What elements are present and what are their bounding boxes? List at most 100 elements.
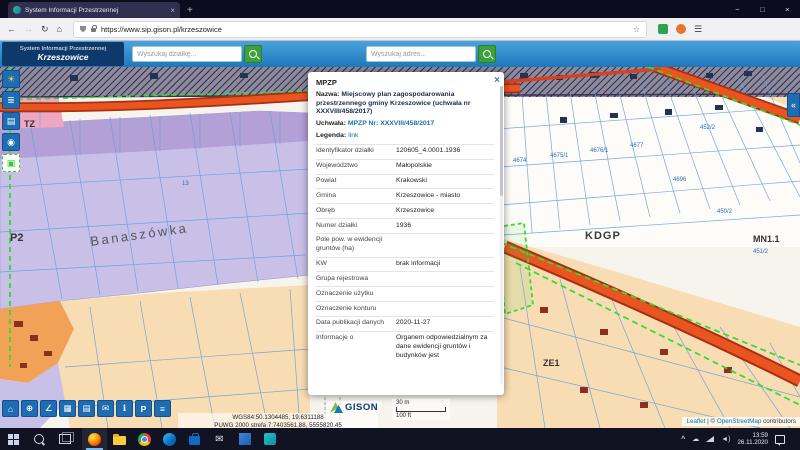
forward-button[interactable]: → [24, 24, 33, 34]
map-container: TZ P2 KDGP MN1.1 ZE1 Banaszówka 4674 467… [0, 67, 800, 428]
taskbar-app-other[interactable] [257, 428, 282, 450]
zone-label-p2: P2 [10, 232, 23, 244]
taskbar-app-photos[interactable] [232, 428, 257, 450]
legenda-link[interactable]: link [348, 132, 358, 139]
osm-link[interactable]: OpenStreetMap [717, 418, 761, 425]
search-parcel-input[interactable] [132, 46, 242, 62]
edge-icon [163, 432, 176, 446]
tool-basemap-button[interactable]: ☀ [2, 70, 20, 88]
map-home-button[interactable]: ⌂ [2, 400, 19, 417]
window-maximize-button[interactable]: □ [750, 0, 775, 18]
taskbar-app-store[interactable] [182, 428, 207, 450]
search-address-input[interactable] [366, 46, 476, 62]
table-row: Pole pow. w ewidencji gruntów (ha) [316, 232, 494, 257]
store-icon [189, 432, 200, 445]
tab-close-icon[interactable]: × [170, 6, 175, 15]
bottom-toolbar: ⌂ ⊕ ∠ ▦ ▤ ✉ ℹ P ≡ [2, 400, 171, 417]
popup-uchwala: Uchwała: MPZP Nr: XXXVIII/458/2017 [316, 120, 435, 128]
svg-text:4674: 4674 [513, 158, 527, 164]
tool-print-button[interactable]: ▤ [2, 112, 20, 130]
window-close-button[interactable]: × [775, 0, 800, 18]
measure-distance-button[interactable]: ∠ [40, 400, 57, 417]
leaflet-link[interactable]: Leaflet [686, 418, 705, 425]
table-row: Identyfikator działki 120605_4.0001.1936 [316, 143, 494, 159]
svg-text:452/2: 452/2 [700, 125, 716, 131]
gison-logo-icon [330, 402, 343, 413]
bookmark-star-icon[interactable]: ☆ [633, 25, 640, 34]
desktop-screen: System Informacji Przestrzennej × + − □ … [0, 0, 800, 450]
taskbar-app-edge[interactable] [157, 428, 182, 450]
taskbar-app-mail[interactable]: ✉ [207, 428, 232, 450]
window-controls: − □ × [725, 0, 800, 18]
extension-icon-other[interactable] [675, 24, 686, 34]
svg-text:4677: 4677 [630, 143, 644, 149]
volume-icon[interactable]: ◄) [721, 436, 730, 443]
network-icon[interactable] [706, 436, 715, 442]
taskbar-search-button[interactable] [26, 428, 52, 450]
popup-title: MPZP [316, 78, 337, 87]
search-parcel-button[interactable] [244, 45, 262, 63]
wgs84-coords: WGS84:50.1304485, 19.6311188 [232, 414, 324, 421]
onedrive-icon[interactable]: ☁ [692, 435, 699, 443]
mpzp-popup: × MPZP Nazwa: Miejscowy plan zagospodarow… [308, 72, 504, 395]
collapse-panel-button[interactable]: « [787, 93, 800, 117]
tray-expand-icon[interactable]: ^ [681, 436, 685, 443]
photos-icon [238, 433, 251, 445]
task-view-icon [59, 432, 74, 444]
windows-logo-icon [7, 433, 19, 445]
sip-logo[interactable]: System Informacji Przestrzennej Krzeszow… [2, 42, 124, 66]
table-row: Województwo Małopolskie [316, 158, 494, 174]
tool-locate-button[interactable]: ◉ [2, 133, 20, 151]
left-toolbar: ☀ ≣ ▤ ◉ ▣ [2, 70, 20, 172]
uchwala-link[interactable]: MPZP Nr: XXXVIII/458/2017 [348, 120, 434, 127]
mail-icon: ✉ [215, 433, 224, 445]
taskbar-clock[interactable]: 13:59 26.11.2020 [737, 432, 768, 447]
firefox-icon [88, 432, 101, 446]
table-row: Informacje o Organem odpowiedzialnym za d… [316, 330, 494, 363]
browser-menu-icon[interactable]: ☰ [694, 24, 702, 35]
padlock-icon[interactable] [90, 25, 97, 32]
table-row: Oznaczenie konturu [316, 301, 494, 316]
taskbar-app-explorer[interactable] [107, 428, 132, 450]
map-mail-button[interactable]: ✉ [97, 400, 114, 417]
taskbar-app-chrome[interactable] [132, 428, 157, 450]
browser-tab[interactable]: System Informacji Przestrzennej × [8, 2, 180, 18]
popup-scrollbar[interactable] [499, 86, 503, 384]
svg-text:4696: 4696 [673, 177, 687, 183]
tool-layers-button[interactable]: ≣ [2, 91, 20, 109]
zone-label-tz: TZ [24, 119, 35, 129]
zone-label-mn11: MN1.1 [753, 234, 780, 244]
extension-icon-adblock[interactable] [657, 24, 668, 34]
map-attribution: Leaflet | © OpenStreetMap contributors [682, 417, 800, 426]
table-row: Powiat Krakowski [316, 173, 494, 189]
task-view-button[interactable] [52, 428, 78, 450]
tab-title: System Informacji Przestrzennej [25, 6, 119, 14]
back-button[interactable]: ← [7, 24, 16, 34]
clock-time: 13:59 [752, 431, 768, 439]
table-row: Obręb Krzeszowice [316, 203, 494, 218]
zone-label-ze1: ZE1 [543, 358, 560, 368]
taskbar-app-firefox[interactable] [82, 428, 107, 450]
sip-header: System Informacji Przestrzennej Krzeszow… [0, 41, 800, 67]
start-button[interactable] [0, 428, 26, 450]
action-center-icon[interactable] [775, 434, 785, 446]
map-info-button[interactable]: ℹ [116, 400, 133, 417]
scale-bar: 30 m 100 ft [392, 399, 450, 420]
attribute-table-button[interactable]: ≡ [154, 400, 171, 417]
search-address-button[interactable] [478, 45, 496, 63]
tool-identify-button[interactable]: ▣ [2, 154, 20, 172]
measure-area-button[interactable]: ▦ [59, 400, 76, 417]
sip-logo-line2: Krzeszowice [37, 52, 89, 62]
window-minimize-button[interactable]: − [725, 0, 750, 18]
map-zoom-box-button[interactable]: ⊕ [21, 400, 38, 417]
url-field[interactable]: https://www.sip.gison.pl/krzeszowice ☆ [72, 20, 647, 38]
search-icon [483, 50, 491, 58]
map-print-button[interactable]: ▤ [78, 400, 95, 417]
home-button[interactable]: ⌂ [57, 24, 62, 34]
map-parking-button[interactable]: P [135, 400, 152, 417]
reload-button[interactable]: ↻ [41, 24, 49, 35]
scale-line [396, 407, 446, 412]
tracking-shield-icon[interactable] [79, 25, 86, 33]
popup-close-icon[interactable]: × [494, 74, 500, 87]
new-tab-button[interactable]: + [187, 5, 193, 16]
